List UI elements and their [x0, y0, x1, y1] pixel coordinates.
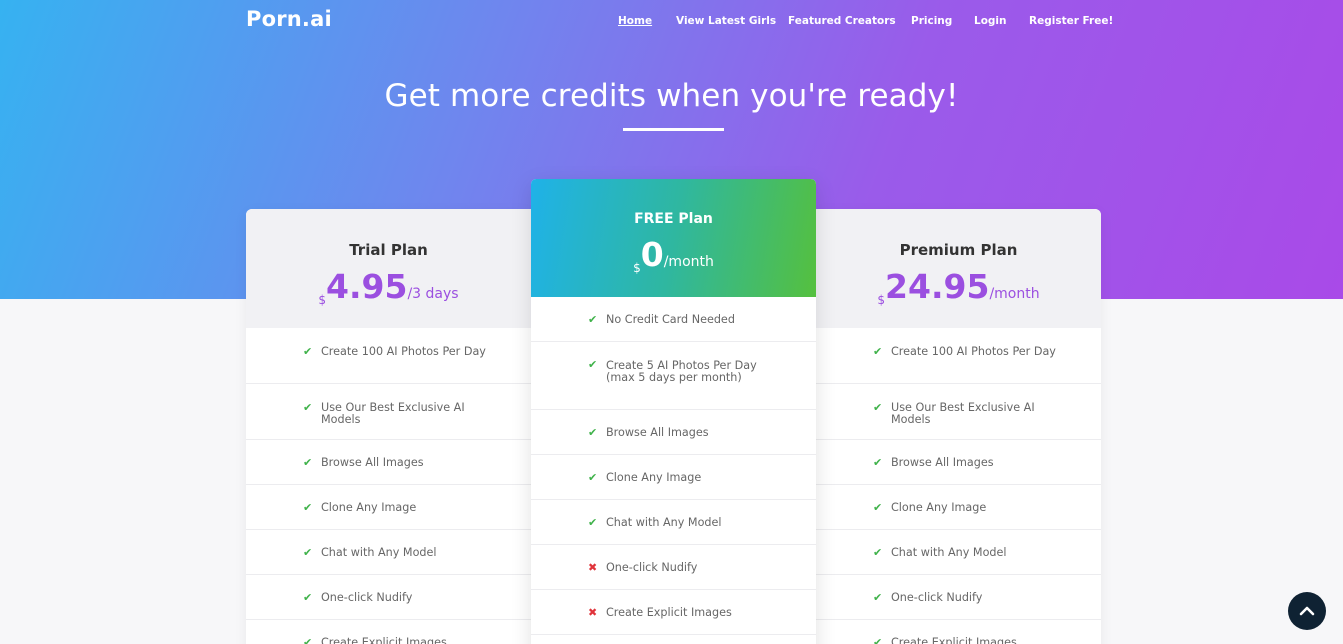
nav-featured-creators[interactable]: Featured Creators [788, 15, 896, 27]
feature-text: Create Explicit Images [606, 606, 732, 619]
feature-text: No Credit Card Needed [606, 313, 735, 326]
cross-icon: ✖ [588, 606, 598, 619]
check-icon: ✔ [588, 358, 598, 371]
price-currency: $ [633, 261, 641, 275]
plan-name: FREE Plan [634, 211, 713, 227]
feature-text: Clone Any Image [321, 501, 417, 514]
check-icon: ✔ [588, 516, 598, 529]
check-icon: ✔ [303, 456, 313, 469]
feature-item: ✖ One-click Nudify [531, 545, 816, 590]
feature-text: One-click Nudify [321, 591, 413, 604]
check-icon: ✔ [303, 636, 313, 644]
feature-text: One-click Nudify [891, 591, 983, 604]
nav-register[interactable]: Register Free! [1029, 15, 1113, 27]
brand-logo[interactable]: Porn.ai [246, 7, 332, 31]
feature-item: ✔ Create 100 AI Photos Per Day [246, 328, 531, 384]
feature-item: ✔ Create 5 AI Photos Per Day (max 5 days … [531, 342, 816, 410]
nav-view-latest-girls[interactable]: View Latest Girls [676, 15, 776, 27]
check-icon: ✔ [588, 313, 598, 326]
check-icon: ✔ [303, 501, 313, 514]
feature-list: ✔ No Credit Card Needed ✔ Create 5 AI Phot… [531, 297, 816, 635]
plan-name: Trial Plan [349, 241, 428, 259]
title-divider [623, 128, 724, 131]
plan-card-premium: Premium Plan $24.95/month ✔ Create 100 AI… [816, 209, 1101, 644]
plan-price: $24.95/month [816, 267, 1101, 307]
check-icon: ✔ [588, 426, 598, 439]
feature-text: Browse All Images [321, 456, 424, 469]
plan-card-free: FREE Plan $0/month ✔ No Credit Card Neede… [531, 179, 816, 644]
feature-text: Create 5 AI Photos Per Day (max 5 days p… [606, 359, 757, 384]
plan-name: Premium Plan [899, 241, 1018, 259]
plan-header: Trial Plan $4.95/3 days [246, 209, 531, 328]
price-period: /3 days [407, 286, 459, 302]
feature-list: ✔ Create 100 AI Photos Per Day ✔ Use Our B… [816, 328, 1101, 644]
check-icon: ✔ [303, 345, 313, 358]
plan-price: $0/month [531, 235, 816, 275]
feature-item: ✔ Clone Any Image [246, 485, 531, 530]
feature-text: Create Explicit Images [891, 636, 1017, 644]
feature-text: Create 100 AI Photos Per Day [891, 345, 1056, 358]
nav-home[interactable]: Home [618, 15, 652, 27]
feature-text: Browse All Images [606, 426, 709, 439]
feature-text: Create 100 AI Photos Per Day [321, 345, 486, 358]
cross-icon: ✖ [588, 561, 598, 574]
check-icon: ✔ [588, 471, 598, 484]
price-amount: 0 [640, 235, 664, 274]
feature-item: ✔ Browse All Images [531, 410, 816, 455]
check-icon: ✔ [303, 591, 313, 604]
nav-pricing[interactable]: Pricing [911, 15, 952, 27]
feature-item: ✔ Use Our Best Exclusive AI Models [246, 384, 531, 440]
check-icon: ✔ [303, 401, 313, 414]
check-icon: ✔ [873, 456, 883, 469]
feature-text: Chat with Any Model [606, 516, 722, 529]
price-period: /month [989, 286, 1040, 302]
feature-item: ✔ Browse All Images [816, 440, 1101, 485]
feature-text: Clone Any Image [606, 471, 702, 484]
feature-text: Browse All Images [891, 456, 994, 469]
feature-text: Chat with Any Model [321, 546, 437, 559]
feature-item: ✔ No Credit Card Needed [531, 297, 816, 342]
feature-item: ✔ Create Explicit Images [816, 620, 1101, 644]
feature-item: ✔ Chat with Any Model [816, 530, 1101, 575]
feature-item: ✔ Clone Any Image [816, 485, 1101, 530]
feature-text: Clone Any Image [891, 501, 987, 514]
feature-item: ✔ Create 100 AI Photos Per Day [816, 328, 1101, 384]
feature-text: One-click Nudify [606, 561, 698, 574]
check-icon: ✔ [303, 546, 313, 559]
price-currency: $ [318, 293, 327, 307]
price-period: /month [663, 254, 714, 270]
check-icon: ✔ [873, 546, 883, 559]
feature-item: ✔ One-click Nudify [246, 575, 531, 620]
feature-text: Use Our Best Exclusive AI Models [891, 401, 1035, 426]
plan-header: Premium Plan $24.95/month [816, 209, 1101, 328]
top-nav: Home View Latest Girls Featured Creators… [600, 15, 1113, 29]
price-amount: 24.95 [885, 267, 990, 306]
feature-item: ✔ Create Explicit Images [246, 620, 531, 644]
page-title: Get more credits when you're ready! [384, 78, 959, 114]
check-icon: ✔ [873, 501, 883, 514]
feature-item: ✔ Chat with Any Model [531, 500, 816, 545]
feature-item: ✔ Chat with Any Model [246, 530, 531, 575]
feature-item: ✔ Browse All Images [246, 440, 531, 485]
chevron-up-icon [1299, 606, 1315, 616]
price-currency: $ [877, 293, 886, 307]
plan-card-trial: Trial Plan $4.95/3 days ✔ Create 100 AI P… [246, 209, 531, 644]
plan-header: FREE Plan $0/month [531, 179, 816, 297]
price-amount: 4.95 [326, 267, 408, 306]
feature-item: ✔ One-click Nudify [816, 575, 1101, 620]
check-icon: ✔ [873, 401, 883, 414]
check-icon: ✔ [873, 591, 883, 604]
nav-login[interactable]: Login [974, 15, 1007, 27]
plan-price: $4.95/3 days [246, 267, 531, 307]
feature-item: ✔ Clone Any Image [531, 455, 816, 500]
feature-item: ✖ Create Explicit Images [531, 590, 816, 635]
feature-item: ✔ Use Our Best Exclusive AI Models [816, 384, 1101, 440]
feature-text: Create Explicit Images [321, 636, 447, 644]
check-icon: ✔ [873, 345, 883, 358]
feature-text: Use Our Best Exclusive AI Models [321, 401, 465, 426]
feature-text: Chat with Any Model [891, 546, 1007, 559]
scroll-to-top-button[interactable] [1288, 592, 1326, 630]
feature-list: ✔ Create 100 AI Photos Per Day ✔ Use Our B… [246, 328, 531, 644]
check-icon: ✔ [873, 636, 883, 644]
